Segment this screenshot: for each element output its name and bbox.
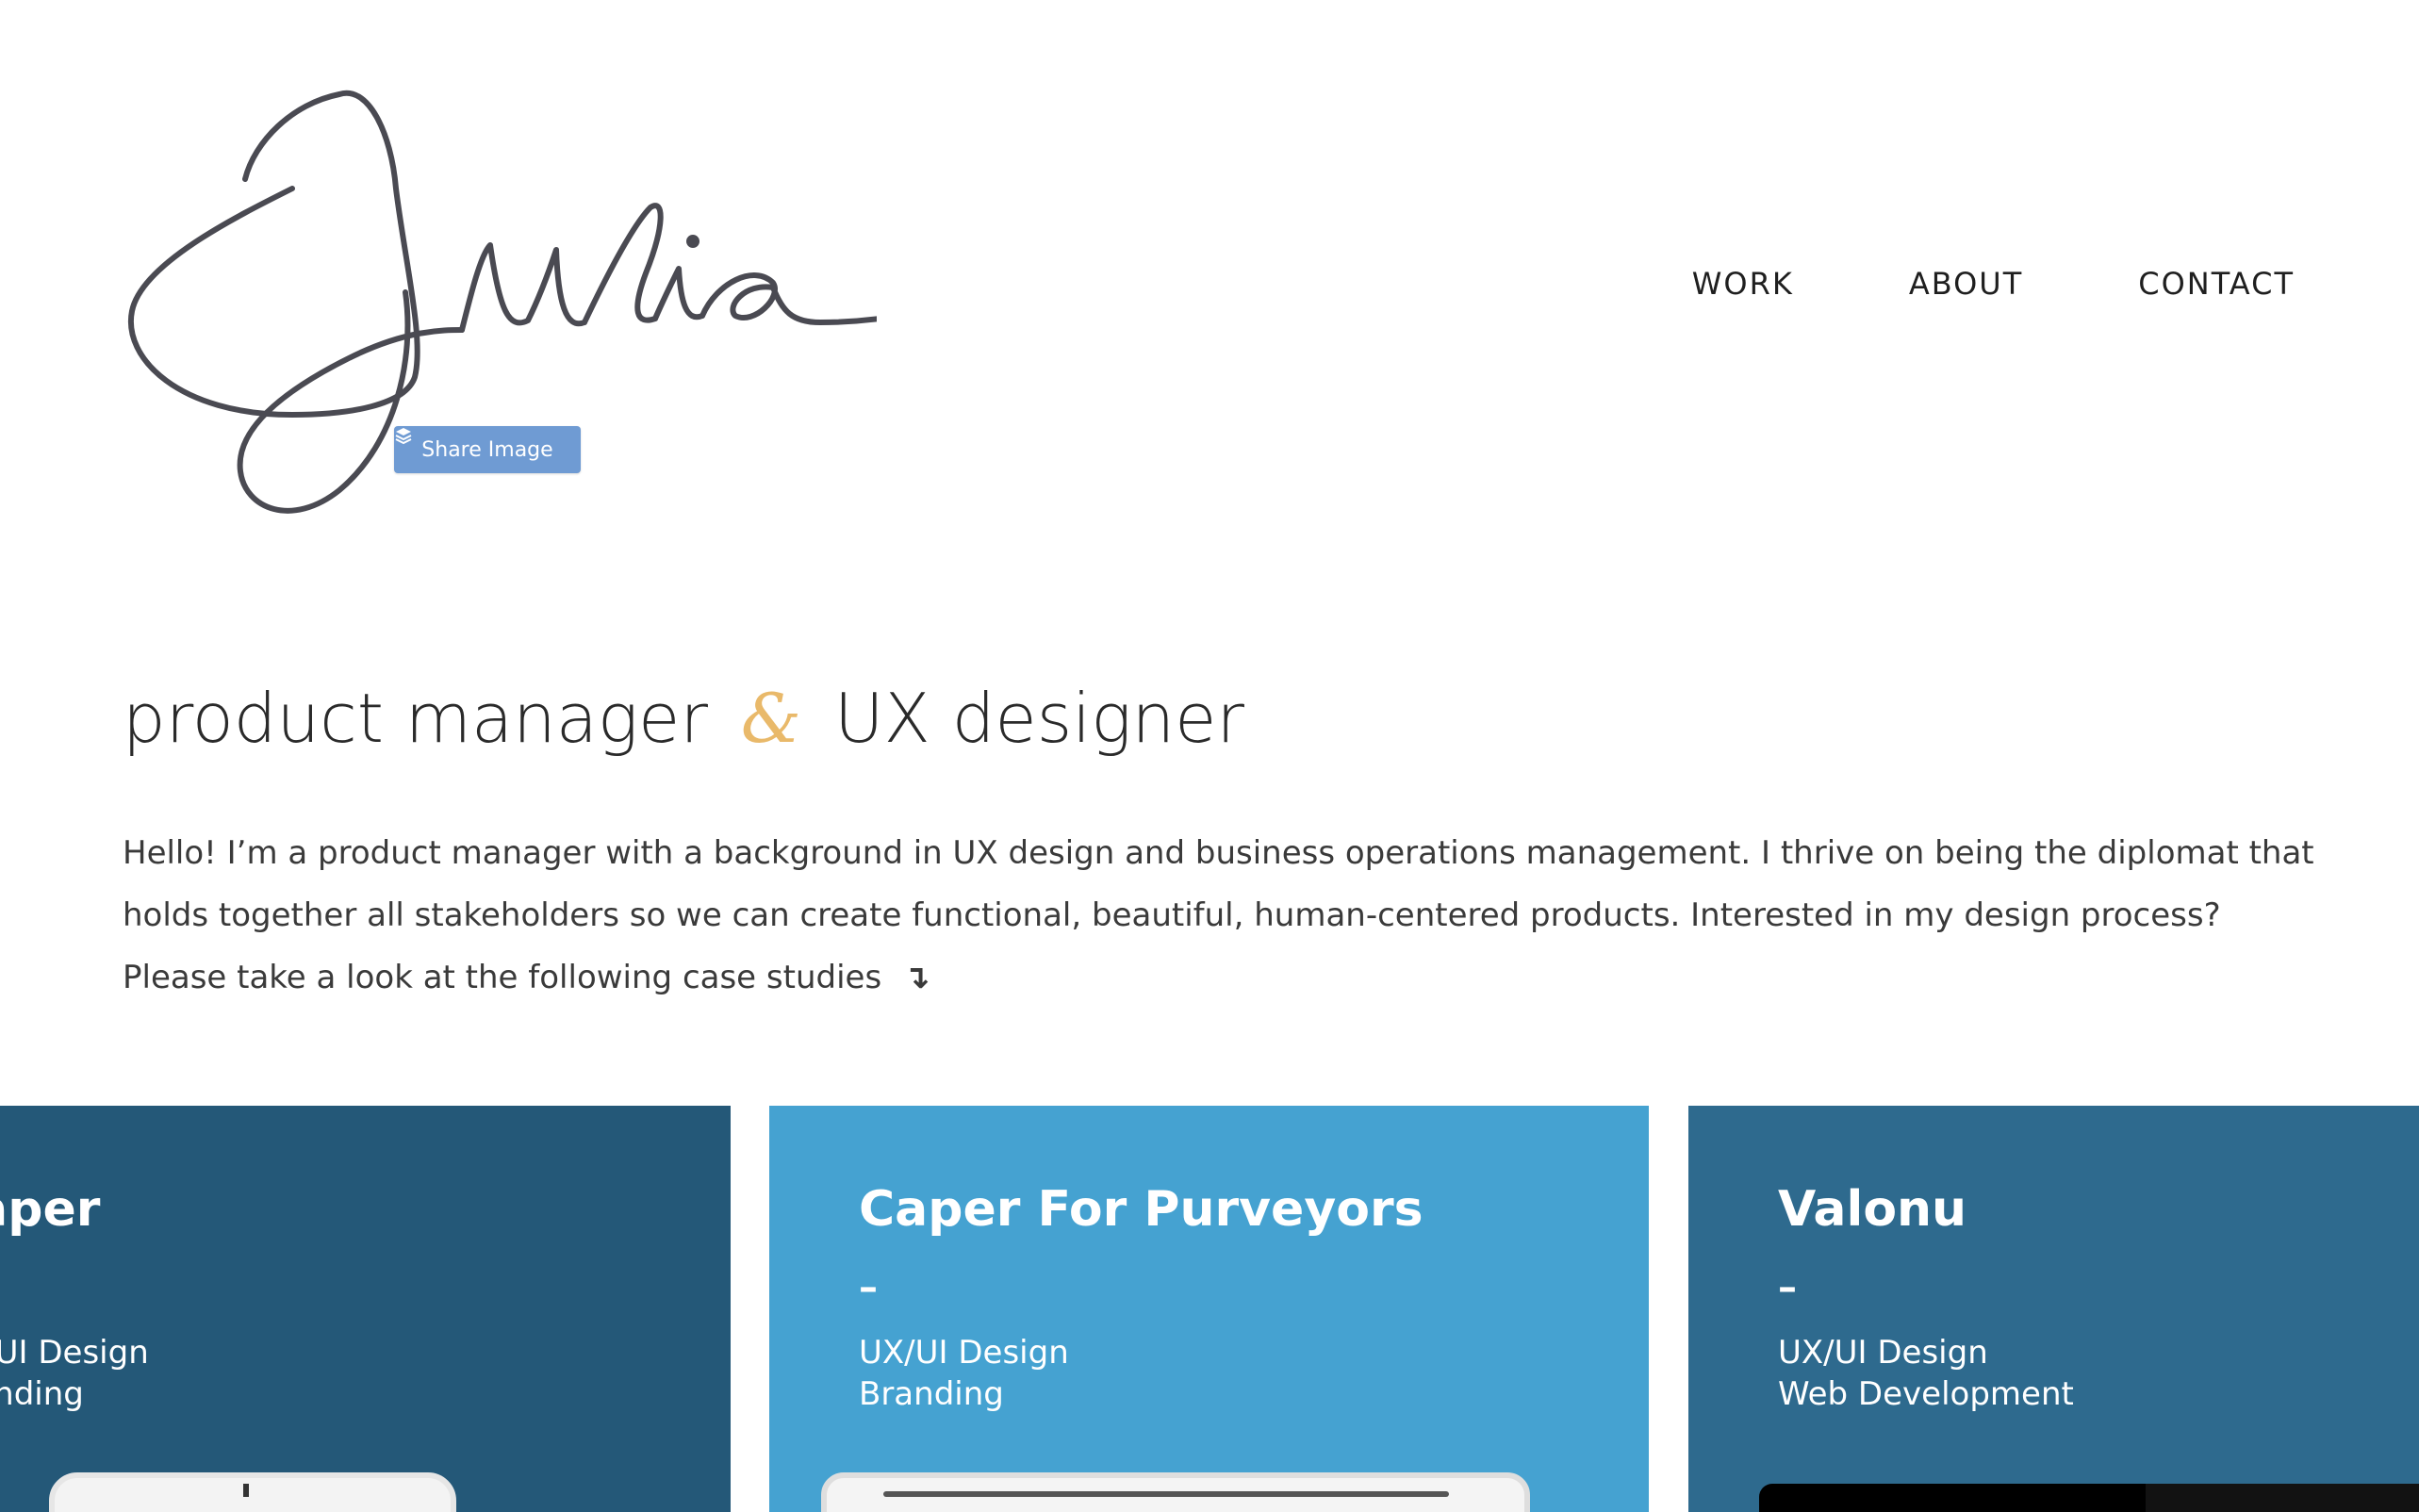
- nav-contact-link[interactable]: CONTACT: [2138, 266, 2295, 302]
- nav-work-link[interactable]: WORK: [1692, 266, 1794, 302]
- case-study-card-caper[interactable]: Caper – UX/UI Design Branding: [0, 1106, 731, 1512]
- share-image-label: Share Image: [421, 437, 553, 462]
- hero-title: product manager & UX designer: [123, 679, 1244, 758]
- phone-mockup: [49, 1472, 456, 1512]
- card-title: Caper For Purveyors: [859, 1181, 1423, 1238]
- main-nav: WORK ABOUT CONTACT: [1692, 266, 2295, 302]
- card-divider: –: [1778, 1266, 1797, 1309]
- card-tag: UX/UI Design: [0, 1334, 149, 1372]
- card-tag: UX/UI Design: [1778, 1334, 1988, 1372]
- intro-paragraph: Hello! I’m a product manager with a back…: [123, 822, 2319, 1009]
- layers-icon: [395, 428, 412, 445]
- share-image-button[interactable]: Share Image: [394, 426, 581, 473]
- down-arrow-icon: ↴: [902, 959, 930, 996]
- tablet-mockup: [821, 1472, 1530, 1512]
- portfolio-page: Share Image WORK ABOUT CONTACT product m…: [0, 0, 2419, 1512]
- card-tags: UX/UI Design Branding: [859, 1332, 1069, 1415]
- laptop-mockup: [1759, 1484, 2419, 1512]
- card-title: Valonu: [1778, 1181, 1967, 1238]
- card-tag: Branding: [859, 1375, 1004, 1413]
- hero-title-part2: UX designer: [833, 679, 1244, 758]
- nav-about-link[interactable]: ABOUT: [1909, 266, 2023, 302]
- card-tag: Branding: [0, 1375, 84, 1413]
- intro-text: Hello! I’m a product manager with a back…: [123, 834, 2314, 996]
- card-tags: UX/UI Design Web Development: [1778, 1332, 2074, 1415]
- ampersand-glyph: &: [740, 679, 801, 758]
- hero-title-part1: product manager: [123, 679, 708, 758]
- card-tags: UX/UI Design Branding: [0, 1332, 149, 1415]
- case-study-card-caper-for-purveyors[interactable]: Caper For Purveyors – UX/UI Design Brand…: [769, 1106, 1649, 1512]
- card-title: Caper: [0, 1181, 101, 1238]
- case-study-cards: Caper – UX/UI Design Branding Caper For …: [0, 1106, 2419, 1512]
- case-study-card-valonu[interactable]: Valonu – UX/UI Design Web Development: [1688, 1106, 2419, 1512]
- card-tag: Web Development: [1778, 1375, 2074, 1413]
- signature-logo[interactable]: Share Image: [123, 75, 877, 537]
- card-divider: –: [859, 1266, 878, 1309]
- card-tag: UX/UI Design: [859, 1334, 1069, 1372]
